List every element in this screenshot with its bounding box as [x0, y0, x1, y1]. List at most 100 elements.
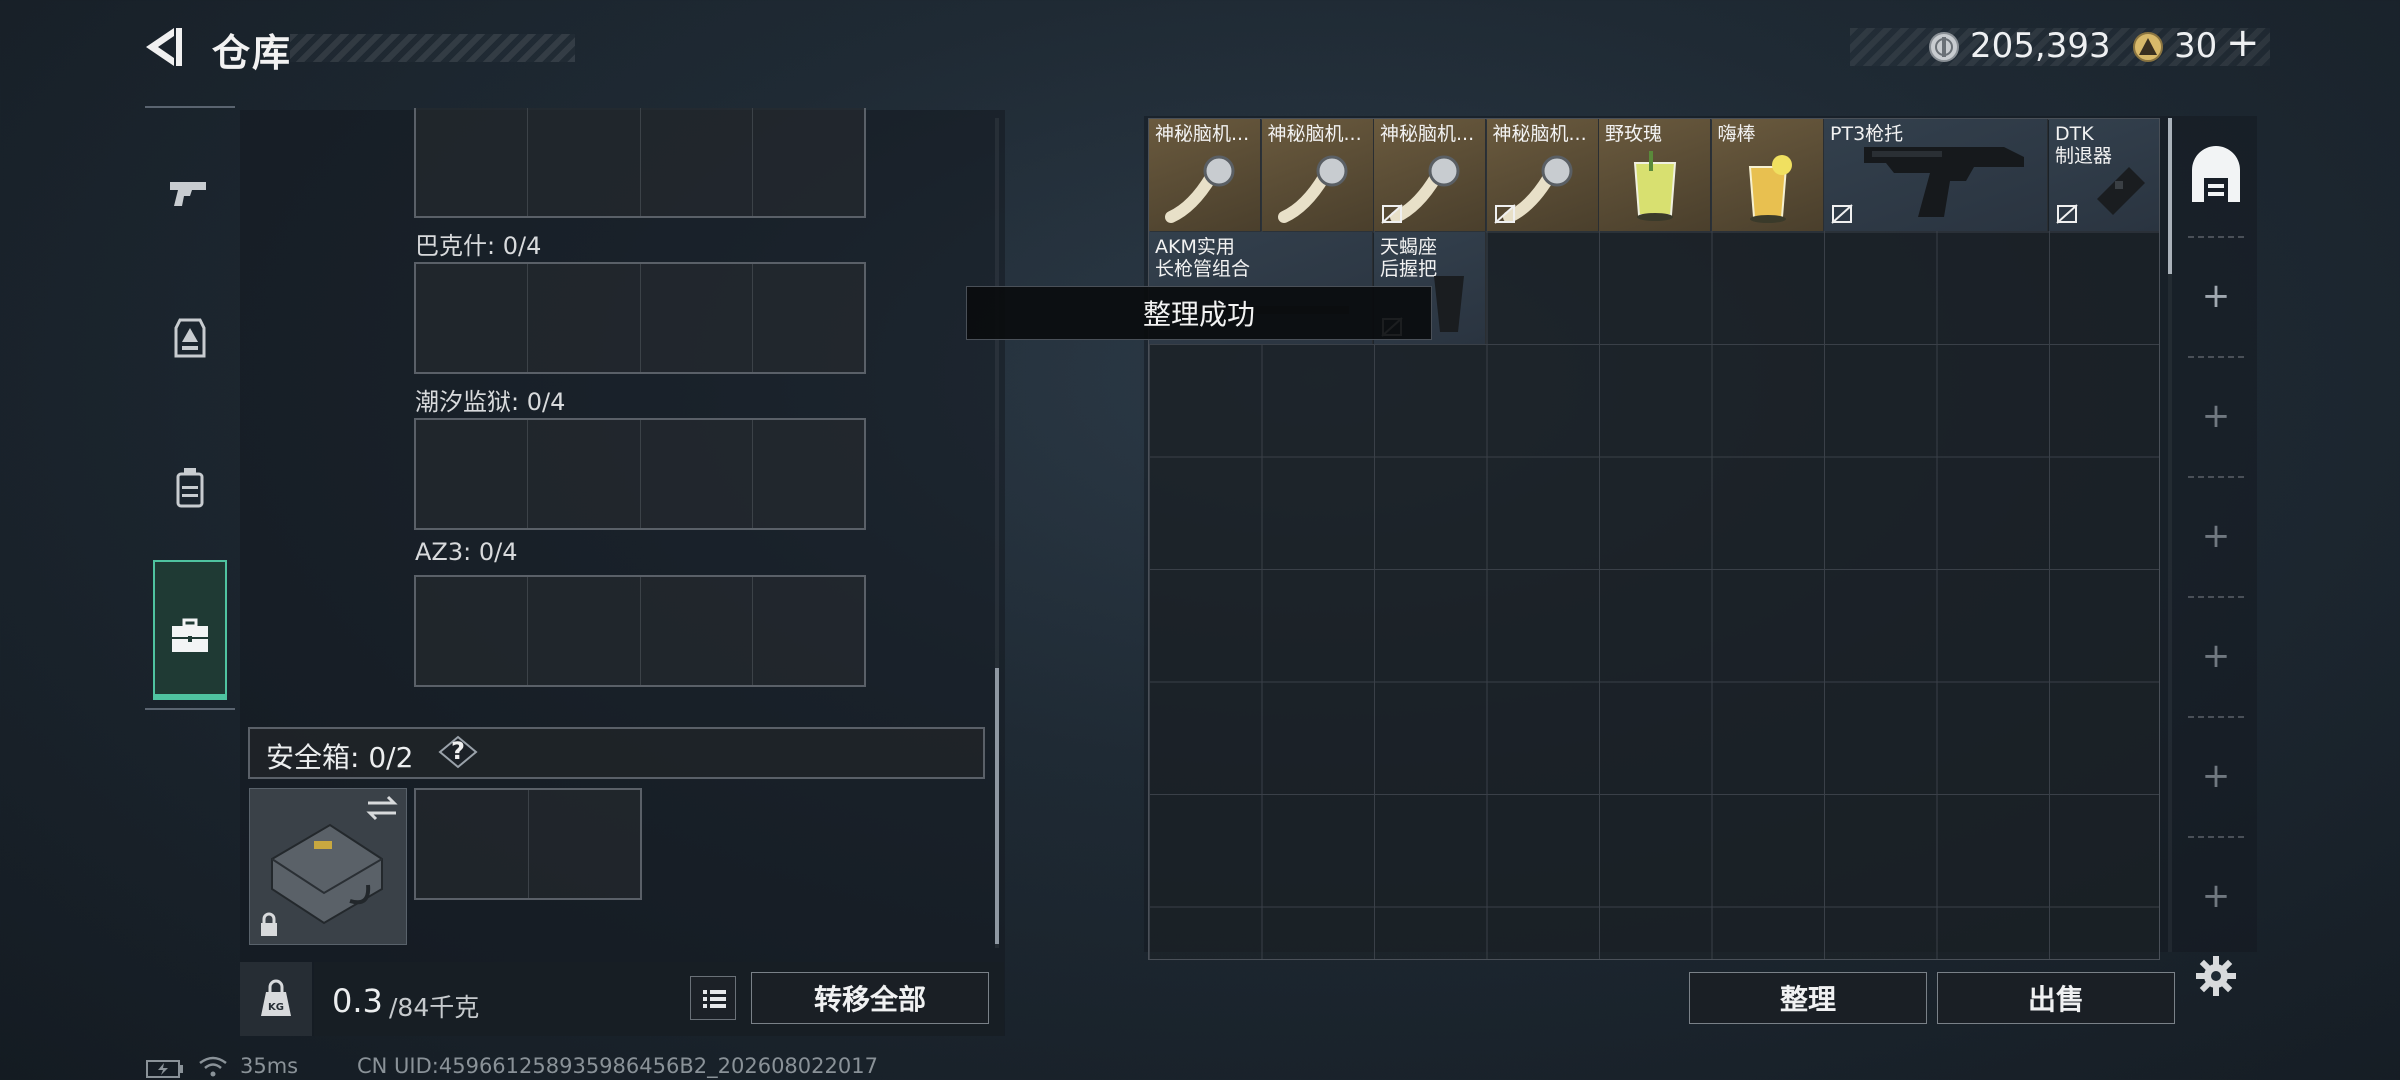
category-armor[interactable] [145, 268, 235, 408]
slot[interactable] [528, 577, 641, 685]
backpack-icon [176, 468, 204, 508]
slot[interactable] [753, 264, 864, 372]
slot[interactable] [529, 790, 641, 898]
add-page-button[interactable]: + [2184, 746, 2248, 806]
list-icon [703, 990, 726, 1008]
slot[interactable] [416, 264, 529, 372]
container-label: 潮汐监狱: 0/4 [415, 388, 566, 416]
ping-readout: 35ms [240, 1054, 299, 1078]
item-name: 神秘脑机... [1267, 123, 1362, 145]
slot[interactable] [528, 420, 641, 528]
no-trade-icon [2056, 204, 2078, 224]
item-tile[interactable]: 神秘脑机... [1261, 119, 1374, 231]
weight-max: /84千克 [389, 993, 480, 1022]
item-tile[interactable]: 神秘脑机... [1486, 119, 1599, 231]
grid-scrollbar-thumb[interactable] [2168, 118, 2172, 274]
safe-box-slots[interactable] [414, 788, 642, 900]
item-name: 神秘脑机... [1155, 123, 1250, 145]
item-tile[interactable]: 神秘脑机... [1149, 119, 1261, 231]
container-slots[interactable] [414, 108, 866, 218]
lock-icon [258, 912, 280, 938]
slot[interactable] [753, 420, 864, 528]
no-trade-icon [1831, 204, 1853, 224]
page-divider [2188, 596, 2244, 598]
item-name: 神秘脑机... [1380, 123, 1475, 145]
safe-box-help-button[interactable]: ? [438, 735, 478, 769]
page-divider [2188, 236, 2244, 238]
highball-glass-image [1748, 155, 1792, 223]
coin-icon [1928, 31, 1960, 63]
help-glyph: ? [451, 737, 465, 765]
warehouse-page-1[interactable] [2184, 140, 2248, 220]
slot[interactable] [528, 108, 641, 216]
item-name: 野玫瑰 [1605, 123, 1663, 145]
add-page-button[interactable]: + [2184, 506, 2248, 566]
container-label: AZ3: 0/4 [415, 538, 518, 566]
left-scrollbar-thumb[interactable] [995, 668, 999, 944]
ticket-balance: 30 [2174, 26, 2218, 66]
add-page-button[interactable]: + [2184, 266, 2248, 326]
brain-chip-image [1277, 155, 1347, 223]
no-trade-icon [1493, 204, 1516, 224]
battery-icon [146, 1060, 184, 1078]
item-tile[interactable]: 嗨棒 [1711, 119, 1824, 231]
gear-icon [2196, 956, 2236, 996]
container-slots[interactable] [414, 575, 866, 687]
item-name: 嗨棒 [1717, 123, 1756, 145]
ticket-icon [2132, 31, 2164, 63]
slot[interactable] [641, 264, 753, 372]
title-decoration [290, 34, 575, 62]
coin-balance: 205,393 [1970, 26, 2111, 66]
slot[interactable] [753, 108, 864, 216]
safe-box-label: 安全箱: 0/2 [266, 741, 414, 774]
sort-button[interactable]: 整理 [1689, 972, 1927, 1024]
page-title: 仓库 [212, 31, 293, 75]
item-tile[interactable]: DTK 制退器 [2049, 119, 2159, 231]
slot[interactable] [416, 790, 529, 898]
page-divider [2188, 836, 2244, 838]
category-backpack[interactable] [145, 418, 235, 558]
weight-icon: KG [258, 978, 294, 1018]
category-weapons[interactable] [145, 120, 235, 260]
back-arrow-icon [146, 28, 182, 66]
warehouse-grid[interactable]: 神秘脑机... 神秘脑机... 神秘脑机... 神秘脑机... 野玫瑰 嗨棒 P… [1148, 118, 2160, 960]
warehouse-icon [2192, 146, 2240, 202]
slot[interactable] [641, 108, 753, 216]
user-uid: CN UID:459661258935986456B2_202608022017 [357, 1054, 878, 1078]
slot[interactable] [641, 420, 753, 528]
item-tile[interactable]: 野玫瑰 [1599, 119, 1711, 231]
transfer-all-button[interactable]: 转移全部 [751, 972, 989, 1024]
container-slots[interactable] [414, 262, 866, 374]
item-tile[interactable]: 神秘脑机... [1374, 119, 1486, 231]
add-page-button[interactable]: + [2184, 866, 2248, 926]
category-rail [145, 108, 235, 708]
add-page-button[interactable]: + [2184, 626, 2248, 686]
slot[interactable] [641, 577, 753, 685]
muzzle-brake-image [2097, 167, 2145, 215]
gun-icon [170, 182, 206, 206]
cocktail-glass-image [1633, 151, 1677, 221]
swap-icon[interactable] [364, 794, 400, 822]
sell-button[interactable]: 出售 [1937, 972, 2175, 1024]
container-slots[interactable] [414, 418, 866, 530]
item-name: AKM实用 长枪管组合 [1155, 235, 1251, 280]
category-cases[interactable] [145, 566, 235, 706]
back-button[interactable] [140, 22, 186, 72]
settings-button[interactable] [2194, 954, 2238, 998]
slot[interactable] [528, 264, 641, 372]
add-ticket-button[interactable]: + [2226, 20, 2260, 66]
no-trade-icon [1381, 204, 1403, 224]
item-name: 神秘脑机... [1492, 123, 1587, 145]
weight-current: 0.3 [332, 982, 383, 1020]
slot[interactable] [416, 108, 529, 216]
item-tile[interactable]: PT3枪托 [1824, 119, 2048, 231]
page-divider [2188, 356, 2244, 358]
armor-icon [174, 318, 206, 358]
list-view-button[interactable] [690, 976, 736, 1020]
page-divider [2188, 476, 2244, 478]
toast-message: 整理成功 [966, 286, 1432, 340]
slot[interactable] [753, 577, 864, 685]
slot[interactable] [416, 577, 529, 685]
add-page-button[interactable]: + [2184, 386, 2248, 446]
slot[interactable] [416, 420, 529, 528]
